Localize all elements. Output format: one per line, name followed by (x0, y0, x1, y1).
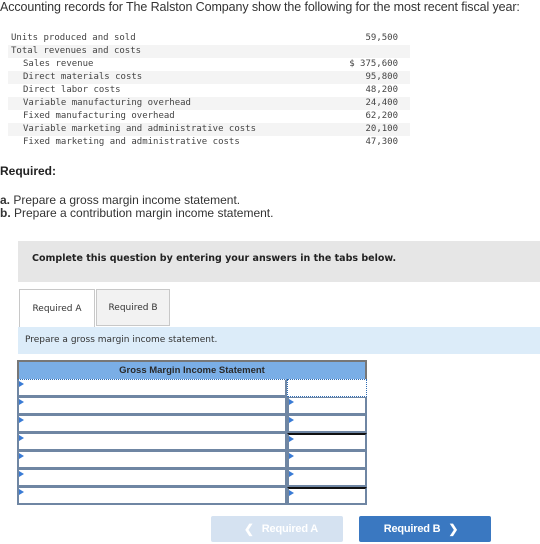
tab-required-a[interactable]: Required A (19, 289, 95, 327)
required-item-letter: a. (0, 193, 11, 207)
record-row: Direct labor costs 48,200 (8, 84, 410, 97)
record-value: $ 375,600 (349, 59, 398, 69)
record-value: 59,500 (365, 33, 398, 43)
prompt-text: Prepare a gross margin income statement. (25, 335, 218, 345)
statement-label-input[interactable] (19, 416, 285, 431)
statement-row (17, 487, 367, 505)
required-item-text: Prepare a gross margin income statement. (10, 193, 241, 207)
required-item-b: b. Prepare a contribution margin income … (0, 207, 273, 220)
statement-label-cell[interactable] (17, 433, 287, 451)
statement-label-input[interactable] (19, 470, 285, 485)
record-label: Sales revenue (23, 59, 94, 69)
required-heading: Required: (0, 164, 57, 178)
statement-label-input[interactable] (19, 380, 285, 395)
statement-amount-cell[interactable] (287, 451, 367, 469)
prompt-bar: Prepare a gross margin income statement. (18, 327, 540, 354)
statement-amount-input[interactable] (289, 489, 365, 503)
statement-label-input[interactable] (19, 398, 285, 413)
statement-row (17, 379, 367, 397)
tab-required-b[interactable]: Required B (96, 289, 170, 326)
statement-amount-input[interactable] (289, 470, 365, 485)
statement-amount-cell[interactable] (287, 415, 367, 433)
intro-text: Accounting records for The Ralston Compa… (0, 0, 520, 14)
statement-label-input[interactable] (19, 434, 285, 449)
record-label: Units produced and sold (11, 33, 136, 43)
required-list: a. Prepare a gross margin income stateme… (0, 194, 273, 220)
record-row: Variable manufacturing overhead 24,400 (8, 97, 410, 110)
record-row: Fixed manufacturing overhead 62,200 (8, 110, 410, 123)
statement-label-cell[interactable] (17, 397, 287, 415)
record-value: 24,400 (330, 97, 410, 110)
statement-amount-input[interactable] (288, 380, 366, 396)
prev-required-a-button[interactable]: ❮ Required A (211, 516, 343, 542)
statement-row (17, 469, 367, 487)
record-value: 95,800 (330, 71, 410, 84)
record-row: Variable marketing and administrative co… (8, 123, 410, 136)
record-label: Fixed manufacturing overhead (23, 111, 175, 121)
instruction-bar: Complete this question by entering your … (18, 241, 540, 282)
record-label: Variable marketing and administrative co… (8, 123, 331, 136)
statement-amount-cell[interactable] (287, 469, 367, 487)
record-row: Fixed marketing and administrative costs… (8, 136, 410, 149)
statement-label-cell[interactable] (17, 415, 287, 433)
record-label: Variable manufacturing overhead (8, 97, 331, 110)
statement-row (17, 397, 367, 415)
required-item-letter: b. (0, 206, 11, 220)
record-value: 48,200 (365, 85, 398, 95)
statement-amount-input[interactable] (289, 435, 365, 449)
statement-amount-cell[interactable] (287, 397, 367, 415)
record-row: Direct materials costs 95,800 (8, 71, 410, 84)
record-row: Total revenues and costs (8, 45, 410, 58)
gross-margin-statement: Gross Margin Income Statement (17, 360, 367, 505)
statement-label-cell[interactable] (17, 379, 287, 397)
statement-label-cell[interactable] (17, 469, 287, 487)
statement-title: Gross Margin Income Statement (17, 360, 367, 379)
next-required-b-button[interactable]: Required B ❯ (359, 516, 491, 542)
record-row: Sales revenue $ 375,600 (8, 58, 410, 71)
statement-amount-input[interactable] (289, 452, 365, 467)
record-value: 20,100 (330, 123, 410, 136)
statement-row (17, 433, 367, 451)
next-button-label: Required B (383, 523, 441, 535)
statement-label-input[interactable] (19, 452, 285, 467)
statement-amount-cell[interactable] (287, 487, 367, 505)
instruction-text: Complete this question by entering your … (32, 253, 397, 264)
record-label: Direct labor costs (23, 85, 121, 95)
required-item-text: Prepare a contribution margin income sta… (10, 206, 274, 220)
record-value: 62,200 (365, 111, 398, 121)
accounting-records-table: Units produced and sold 59,500 Total reven… (8, 32, 410, 149)
statement-amount-input[interactable] (289, 398, 365, 413)
chevron-right-icon: ❯ (448, 522, 459, 536)
record-value (330, 45, 410, 58)
statement-amount-input[interactable] (289, 416, 365, 431)
statement-row (17, 451, 367, 469)
statement-row (17, 415, 367, 433)
record-row: Units produced and sold 59,500 (8, 32, 410, 45)
statement-amount-cell[interactable] (287, 433, 367, 451)
record-value: 47,300 (365, 137, 398, 147)
record-label: Fixed marketing and administrative costs (23, 137, 240, 147)
statement-label-input[interactable] (19, 488, 285, 503)
record-label: Total revenues and costs (8, 45, 331, 58)
statement-label-cell[interactable] (17, 451, 287, 469)
statement-label-cell[interactable] (17, 487, 287, 505)
prev-button-label: Required A (261, 523, 319, 535)
chevron-left-icon: ❮ (243, 522, 254, 536)
statement-amount-cell[interactable] (287, 379, 367, 397)
record-label: Direct materials costs (8, 71, 331, 84)
